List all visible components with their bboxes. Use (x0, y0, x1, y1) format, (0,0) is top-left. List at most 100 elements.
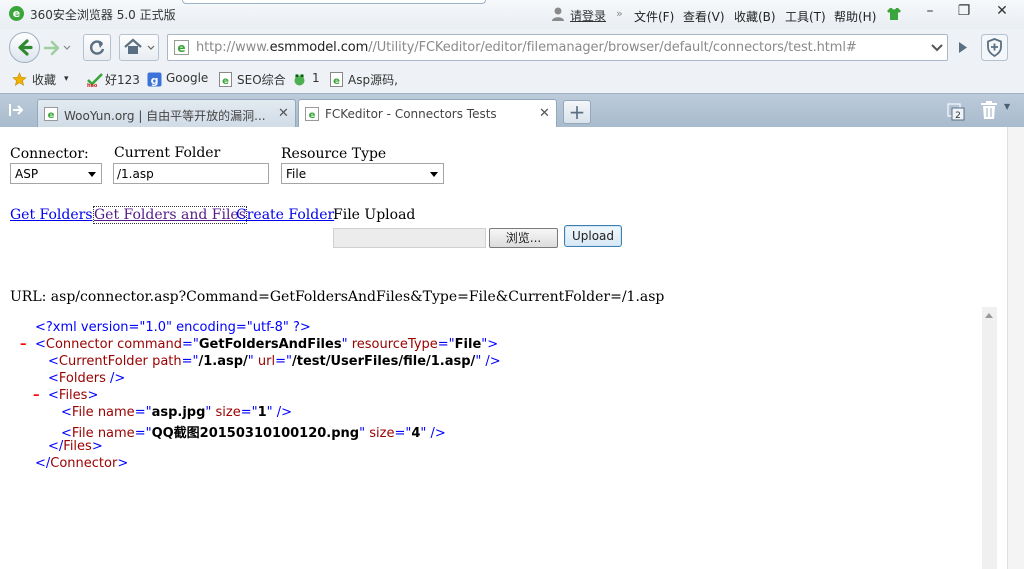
menu-tools[interactable]: 工具(T) (785, 8, 826, 25)
xml-resource-type-value: File (454, 337, 482, 352)
get-folders-link[interactable]: Get Folders (10, 207, 93, 223)
sidebar-toggle-icon[interactable] (9, 103, 25, 117)
navigation-bar: e http://www.esmmodel.com//Utility/FCKed… (0, 29, 1024, 66)
request-url: URL: asp/connector.asp?Command=GetFolder… (10, 289, 665, 305)
resource-type-select[interactable]: File (281, 163, 444, 184)
xml-file-size: 1 (257, 405, 267, 420)
xml-url-value: /test/UserFiles/file/1.asp/ (292, 354, 476, 369)
create-folder-link[interactable]: Create Folder (236, 207, 334, 223)
tab-count-text: 2 (955, 111, 961, 121)
restore-button[interactable]: ❐ (946, 0, 982, 22)
url-path: //Utility/FCKeditor/editor/filemanager/b… (368, 40, 857, 55)
svg-text:e: e (333, 76, 340, 87)
chevron-down-icon (430, 172, 438, 177)
svg-text:e: e (309, 110, 316, 121)
upload-button[interactable]: Upload (564, 225, 622, 247)
url-prefix: http://www. (196, 40, 270, 55)
get-folders-and-files-link[interactable]: Get Folders and Files (93, 206, 247, 224)
forward-button[interactable] (42, 37, 72, 59)
bookmark-asp-source[interactable]: Asp源码, (348, 71, 398, 88)
page-icon: e (219, 72, 232, 87)
collapse-files-toggle[interactable]: – (33, 388, 40, 403)
xml-current-folder: <CurrentFolder path="/1.asp/" url="/test… (48, 354, 501, 369)
window-title: 360安全浏览器 5.0 正式版 (30, 8, 176, 22)
svg-text:e: e (222, 76, 229, 87)
menu-view[interactable]: 查看(V) (683, 8, 725, 25)
home-icon (124, 38, 155, 54)
xml-scrollbar[interactable] (982, 307, 997, 569)
url-host: esmmodel.com (269, 40, 369, 55)
xml-result-pane[interactable]: <?xml version="1.0" encoding="utf-8" ?> … (0, 307, 1024, 569)
refresh-icon (90, 40, 105, 55)
menu-help[interactable]: 帮助(H) (834, 8, 876, 25)
xml-folders: <Folders /> (48, 371, 126, 386)
xml-file-entry: <File name="QQ截图20150310100120.png" size… (61, 426, 446, 441)
connector-label: Connector: (10, 146, 89, 162)
address-dropdown-icon[interactable] (929, 39, 945, 56)
skin-icon[interactable] (886, 7, 902, 21)
xml-command-value: GetFoldersAndFiles (198, 337, 342, 352)
address-text[interactable]: http://www.esmmodel.com//Utility/FCKedit… (196, 40, 857, 55)
browse-button[interactable]: 浏览... (489, 228, 558, 248)
xml-file-name: QQ截图20150310100120.png (151, 426, 360, 441)
home-button[interactable] (119, 34, 159, 61)
tab-label: FCKeditor - Connectors Tests (325, 107, 497, 121)
bookmark-favorites[interactable]: 收藏 (32, 71, 56, 88)
address-bar[interactable]: e http://www.esmmodel.com//Utility/FCKed… (167, 34, 948, 61)
back-button[interactable] (9, 32, 40, 63)
tab-bar: e WooYun.org | 自由平等开放的漏洞... ✕ e FCKedito… (0, 93, 1024, 128)
file-upload-label: File Upload (333, 207, 416, 223)
close-button[interactable]: ✕ (984, 0, 1020, 22)
xml-file-name: asp.jpg (151, 405, 206, 420)
star-icon (12, 72, 27, 86)
connector-value: ASP (15, 167, 39, 181)
tabs-overview-icon[interactable]: 2 (947, 103, 965, 121)
menu-favorites[interactable]: 收藏(B) (734, 8, 776, 25)
page-scrollbar[interactable] (1007, 127, 1024, 569)
user-icon[interactable] (551, 6, 565, 22)
title-bar: e 360安全浏览器 5.0 正式版 请登录 » 文件(F) 查看(V) 收藏(… (0, 0, 1024, 29)
tab-fckeditor[interactable]: e FCKeditor - Connectors Tests ✕ (298, 99, 557, 128)
page-ie-icon: e (44, 107, 58, 121)
scroll-up-icon[interactable] (985, 313, 993, 318)
page-icon: e (330, 72, 343, 87)
refresh-button[interactable] (83, 34, 111, 61)
collapse-connector-toggle[interactable]: – (20, 337, 27, 352)
resource-type-label: Resource Type (281, 146, 387, 162)
new-tab-button[interactable]: + (563, 100, 591, 124)
minimize-button[interactable]: – (912, 0, 948, 22)
go-button[interactable] (952, 34, 973, 61)
back-arrow-icon (18, 39, 33, 56)
svg-text:g: g (151, 74, 159, 87)
tab-label: WooYun.org | 自由平等开放的漏洞... (64, 109, 266, 123)
security-shield-icon[interactable] (981, 34, 1008, 61)
bookmark-google[interactable]: Google (166, 71, 208, 85)
xml-connector-close: </Connector> (35, 456, 129, 471)
xml-path-value: /1.asp/ (198, 354, 248, 369)
file-path-input[interactable] (333, 228, 486, 248)
frog-icon (294, 74, 305, 86)
bookmark-seo[interactable]: SEO综合 (237, 71, 286, 88)
connector-select[interactable]: ASP (10, 163, 102, 184)
tab-close-icon[interactable]: ✕ (539, 106, 550, 121)
trash-icon[interactable] (980, 101, 998, 120)
svg-text:e: e (48, 110, 55, 121)
tab-close-icon[interactable]: ✕ (278, 106, 289, 121)
tab-wooyun[interactable]: e WooYun.org | 自由平等开放的漏洞... ✕ (37, 99, 296, 128)
trash-dropdown-icon[interactable]: ▼ (1004, 102, 1010, 111)
menu-file[interactable]: 文件(F) (634, 8, 674, 25)
xml-files-open: <Files> (48, 388, 99, 403)
current-folder-label: Current Folder (114, 145, 221, 161)
svg-text:e: e (177, 41, 185, 55)
xml-files-close: </Files> (48, 439, 103, 454)
bookmark-1[interactable]: 1 (312, 71, 320, 85)
browser-logo-icon: e (9, 6, 24, 21)
xml-declaration: <?xml version="1.0" encoding="utf-8" ?> (35, 320, 311, 335)
favorites-dropdown-icon[interactable]: ▾ (64, 74, 69, 84)
menu-expand-icon[interactable]: » (616, 7, 623, 20)
login-link[interactable]: 请登录 (570, 7, 606, 24)
bookmark-hao123[interactable]: 好123 (105, 71, 140, 88)
google-icon: g (147, 72, 162, 87)
bookmarks-bar: 收藏 ▾ hao 好123 g Google e SEO综合 1 e Asp源码… (0, 66, 1024, 93)
current-folder-input[interactable]: /1.asp (113, 163, 269, 184)
